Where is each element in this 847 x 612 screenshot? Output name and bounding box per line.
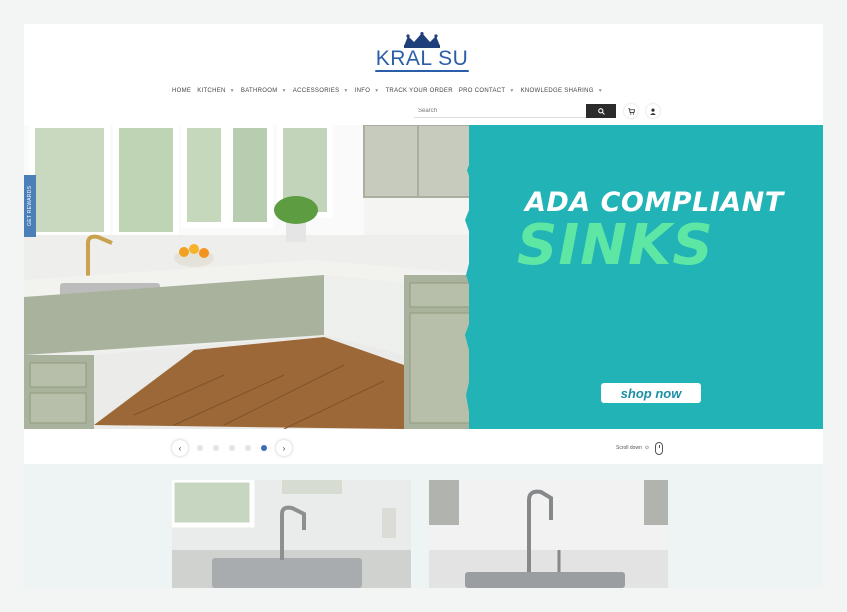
torn-paper-edge xyxy=(465,125,481,429)
scroll-down-label: Scroll down xyxy=(616,445,642,451)
product-thumbnail[interactable] xyxy=(172,480,411,588)
slider-controls: ‹ › xyxy=(172,440,292,456)
kitchen-photo xyxy=(24,125,484,429)
page: KRAL SU HOME KITCHEN ▼ BATHROOM ▼ ACCESSORIES… xyxy=(24,24,823,588)
chevron-down-icon: ▼ xyxy=(509,88,515,94)
chevron-down-icon: ▼ xyxy=(281,88,287,94)
cart-button[interactable] xyxy=(624,104,638,118)
slider-dots xyxy=(192,445,272,451)
chevron-down-icon: ▼ xyxy=(229,88,235,94)
nav-item-bathroom[interactable]: BATHROOM ▼ xyxy=(241,88,287,94)
shop-now-button[interactable]: shop now xyxy=(601,383,701,403)
slider-dot[interactable] xyxy=(213,445,219,451)
prev-slide-button[interactable]: ‹ xyxy=(172,440,188,456)
rewards-tab-label: GET REWARDS xyxy=(27,185,33,227)
brand-name: KRAL SU xyxy=(375,47,469,70)
nav-item-kitchen[interactable]: KITCHEN ▼ xyxy=(197,88,235,94)
nav-item-label: ACCESSORIES xyxy=(292,88,340,94)
slider-dot[interactable] xyxy=(261,445,267,451)
cart-icon xyxy=(627,107,635,115)
promo-subheadline: SINKS xyxy=(517,213,714,278)
search-button[interactable] xyxy=(586,104,616,118)
promo-panel: ADA COMPLIANT SINKS shop now xyxy=(465,125,823,429)
hero-banner[interactable]: ADA COMPLIANT SINKS shop now xyxy=(24,125,823,429)
slider-dot[interactable] xyxy=(245,445,251,451)
nav-item-label: INFO xyxy=(354,88,371,94)
crown-icon xyxy=(404,32,440,48)
nav-item-label: KNOWLEDGE SHARING xyxy=(520,88,594,94)
nav-item-track-your-order[interactable]: TRACK YOUR ORDER xyxy=(385,88,452,94)
search-bar xyxy=(414,104,660,118)
mouse-icon xyxy=(655,441,664,455)
nav-item-knowledge-sharing[interactable]: KNOWLEDGE SHARING ▼ xyxy=(521,88,603,94)
nav-item-label: KITCHEN xyxy=(197,88,226,94)
chevron-down-icon: ▼ xyxy=(374,88,380,94)
user-icon xyxy=(650,107,656,115)
chevron-left-icon: ‹ xyxy=(178,443,182,453)
search-icon xyxy=(597,107,605,115)
chevron-right-icon: › xyxy=(282,443,286,453)
slider-dot[interactable] xyxy=(229,445,235,451)
search-input[interactable] xyxy=(414,104,586,118)
nav-item-accessories[interactable]: ACCESSORIES ▼ xyxy=(293,88,349,94)
nav-item-pro-contact[interactable]: PRO CONTACT ▼ xyxy=(459,88,515,94)
slider-dot[interactable] xyxy=(197,445,203,451)
brand-logo[interactable]: KRAL SU xyxy=(372,32,472,78)
chevron-down-icon: ▼ xyxy=(343,88,349,94)
account-button[interactable] xyxy=(646,104,660,118)
nav-item-label: TRACK YOUR ORDER xyxy=(385,88,453,94)
scroll-arrow-icon: ⊙ xyxy=(644,445,650,451)
nav-item-home[interactable]: HOME xyxy=(172,88,191,94)
nav-item-info[interactable]: INFO ▼ xyxy=(355,88,380,94)
rewards-side-tab[interactable]: GET REWARDS xyxy=(24,175,36,237)
logo-underline xyxy=(375,70,469,72)
nav-item-label: HOME xyxy=(172,88,192,94)
featured-section xyxy=(24,464,823,588)
chevron-down-icon: ▼ xyxy=(597,88,603,94)
scroll-down-hint[interactable]: Scroll down ⊙ xyxy=(616,440,664,456)
nav-item-label: BATHROOM xyxy=(240,88,278,94)
product-thumbnail[interactable] xyxy=(429,480,668,588)
main-nav: HOME KITCHEN ▼ BATHROOM ▼ ACCESSORIES ▼ INFO ▼ TR… xyxy=(172,85,609,97)
next-slide-button[interactable]: › xyxy=(276,440,292,456)
nav-item-label: PRO CONTACT xyxy=(458,88,506,94)
